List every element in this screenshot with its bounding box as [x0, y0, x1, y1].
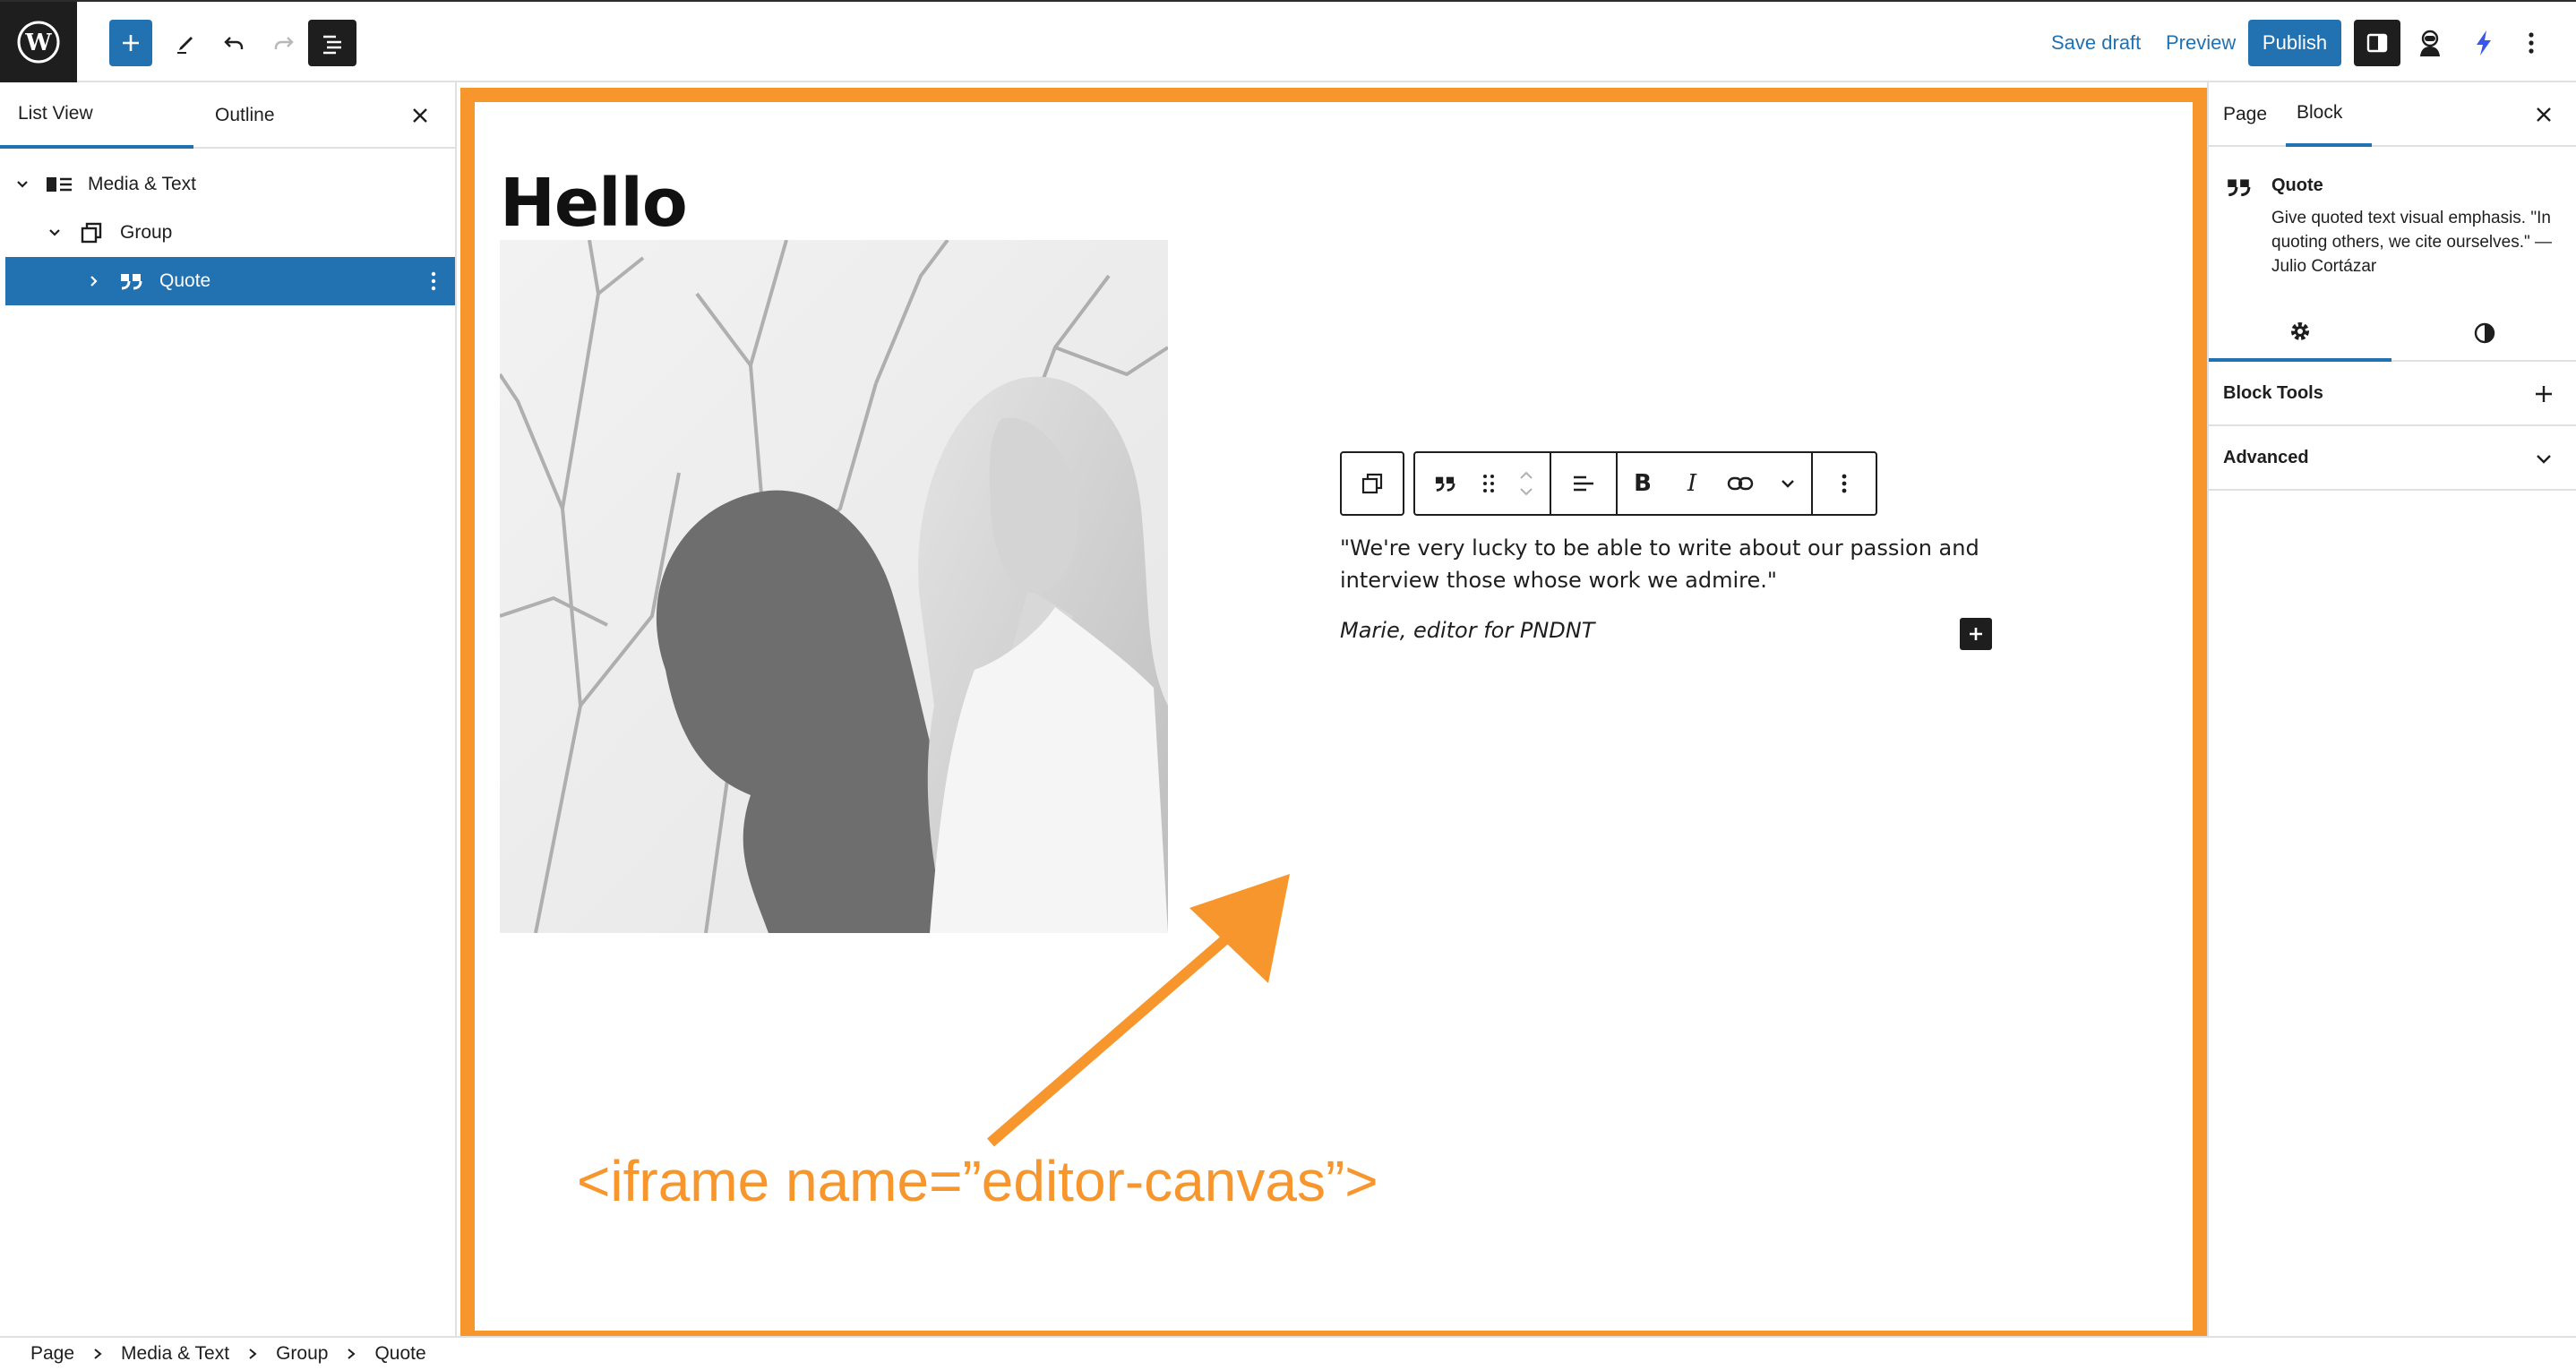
toolbar-group-block: B I: [1413, 451, 1877, 516]
chevron-right-icon: [229, 1348, 276, 1360]
document-overview-icon[interactable]: [308, 20, 356, 66]
tab-list-view[interactable]: List View: [0, 82, 193, 149]
wordpress-logo-icon[interactable]: W: [0, 2, 77, 82]
sidebar-tabs: Page Block: [2209, 82, 2576, 147]
block-editor: W Save draft Preview Publish List View O…: [0, 0, 2576, 1370]
breadcrumb-item-quote[interactable]: Quote: [374, 1343, 425, 1365]
block-card-description: Give quoted text visual emphasis. "In qu…: [2271, 209, 2553, 276]
list-view-item-label: Quote: [159, 270, 211, 291]
styles-contrast-icon[interactable]: [2393, 304, 2576, 362]
svg-text:W: W: [24, 30, 52, 56]
panel-block-tools[interactable]: Block Tools: [2209, 362, 2576, 426]
user-avatar-icon[interactable]: [2408, 20, 2452, 66]
bold-icon[interactable]: B: [1618, 453, 1668, 514]
media-image[interactable]: [500, 240, 1168, 933]
link-icon[interactable]: [1716, 453, 1765, 514]
drag-handle-icon[interactable]: [1474, 453, 1503, 514]
breadcrumb-item-media-text[interactable]: Media & Text: [121, 1343, 229, 1365]
block-inspector-tabs: [2209, 304, 2576, 362]
breadcrumb-item-group[interactable]: Group: [276, 1343, 328, 1365]
settings-sidebar: Page Block Quote Give quoted text visual…: [2207, 82, 2576, 1336]
chevron-down-icon[interactable]: [1765, 453, 1811, 514]
chevron-right-icon[interactable]: [84, 271, 104, 291]
settings-gear-icon[interactable]: [2209, 304, 2391, 362]
toolbar-group-parent: [1340, 451, 1404, 516]
list-view-item-media-text[interactable]: Media & Text: [0, 160, 455, 209]
block-card-title: Quote: [2271, 176, 2323, 195]
chevron-right-icon: [328, 1348, 374, 1360]
select-parent-block-icon[interactable]: [1342, 453, 1403, 514]
list-view-tabs: List View Outline: [0, 82, 455, 149]
tab-page[interactable]: Page: [2223, 82, 2267, 147]
tab-outline[interactable]: Outline: [215, 82, 322, 149]
list-view-item-label: Group: [120, 222, 173, 243]
quote-icon[interactable]: [1415, 453, 1474, 514]
media-text-icon: [43, 171, 75, 198]
list-view-panel: List View Outline Media & Text Group Quo…: [0, 82, 457, 1336]
preview-button[interactable]: Preview: [2166, 20, 2236, 66]
quote-paragraph[interactable]: "We're very lucky to be able to write ab…: [1340, 532, 2021, 596]
tab-block[interactable]: Block: [2286, 82, 2372, 147]
breadcrumb: Page Media & Text Group Quote: [0, 1336, 2576, 1370]
group-icon: [75, 219, 107, 246]
panel-title: Block Tools: [2223, 382, 2323, 403]
quote-icon: [2228, 179, 2251, 197]
close-icon[interactable]: [405, 100, 435, 131]
panel-advanced[interactable]: Advanced: [2209, 426, 2576, 491]
lightning-bolt-icon[interactable]: [2463, 20, 2504, 66]
tools-edit-icon[interactable]: [167, 20, 206, 66]
move-up-down-icon[interactable]: [1503, 453, 1550, 514]
align-left-icon[interactable]: [1551, 453, 1616, 514]
chevron-down-icon[interactable]: [45, 223, 64, 243]
plus-icon[interactable]: [2531, 381, 2556, 407]
chevron-right-icon: [74, 1348, 121, 1360]
block-toolbar: B I: [1340, 451, 1877, 516]
chevron-down-icon[interactable]: [2531, 446, 2556, 471]
block-appender-plus-icon[interactable]: [1960, 618, 1992, 650]
italic-icon[interactable]: I: [1668, 453, 1716, 514]
close-icon[interactable]: [2529, 100, 2558, 129]
panel-title: Advanced: [2223, 447, 2309, 467]
more-options-icon[interactable]: [425, 268, 442, 295]
list-view-item-quote[interactable]: Quote: [5, 257, 455, 305]
settings-sidebar-icon[interactable]: [2354, 20, 2400, 66]
more-options-icon[interactable]: [2513, 20, 2549, 66]
save-draft-button[interactable]: Save draft: [2051, 20, 2141, 66]
publish-button[interactable]: Publish: [2248, 20, 2341, 66]
breadcrumb-item-page[interactable]: Page: [30, 1343, 74, 1365]
list-view-item-group[interactable]: Group: [0, 209, 455, 257]
chevron-down-icon[interactable]: [13, 175, 32, 194]
quote-icon: [115, 268, 147, 295]
redo-icon[interactable]: [263, 20, 303, 66]
quote-citation[interactable]: Marie, editor for PNDNT: [1340, 618, 1594, 643]
annotation-arrow-icon: [987, 874, 1290, 1147]
more-options-icon[interactable]: [1813, 453, 1876, 514]
page-title[interactable]: Hello: [500, 165, 688, 242]
undo-icon[interactable]: [215, 20, 254, 66]
list-view-item-label: Media & Text: [88, 174, 197, 194]
block-inserter-button[interactable]: [109, 20, 152, 66]
annotation-label: <iframe name=”editor-canvas”>: [577, 1149, 1378, 1213]
editor-header: W Save draft Preview Publish: [0, 0, 2576, 82]
